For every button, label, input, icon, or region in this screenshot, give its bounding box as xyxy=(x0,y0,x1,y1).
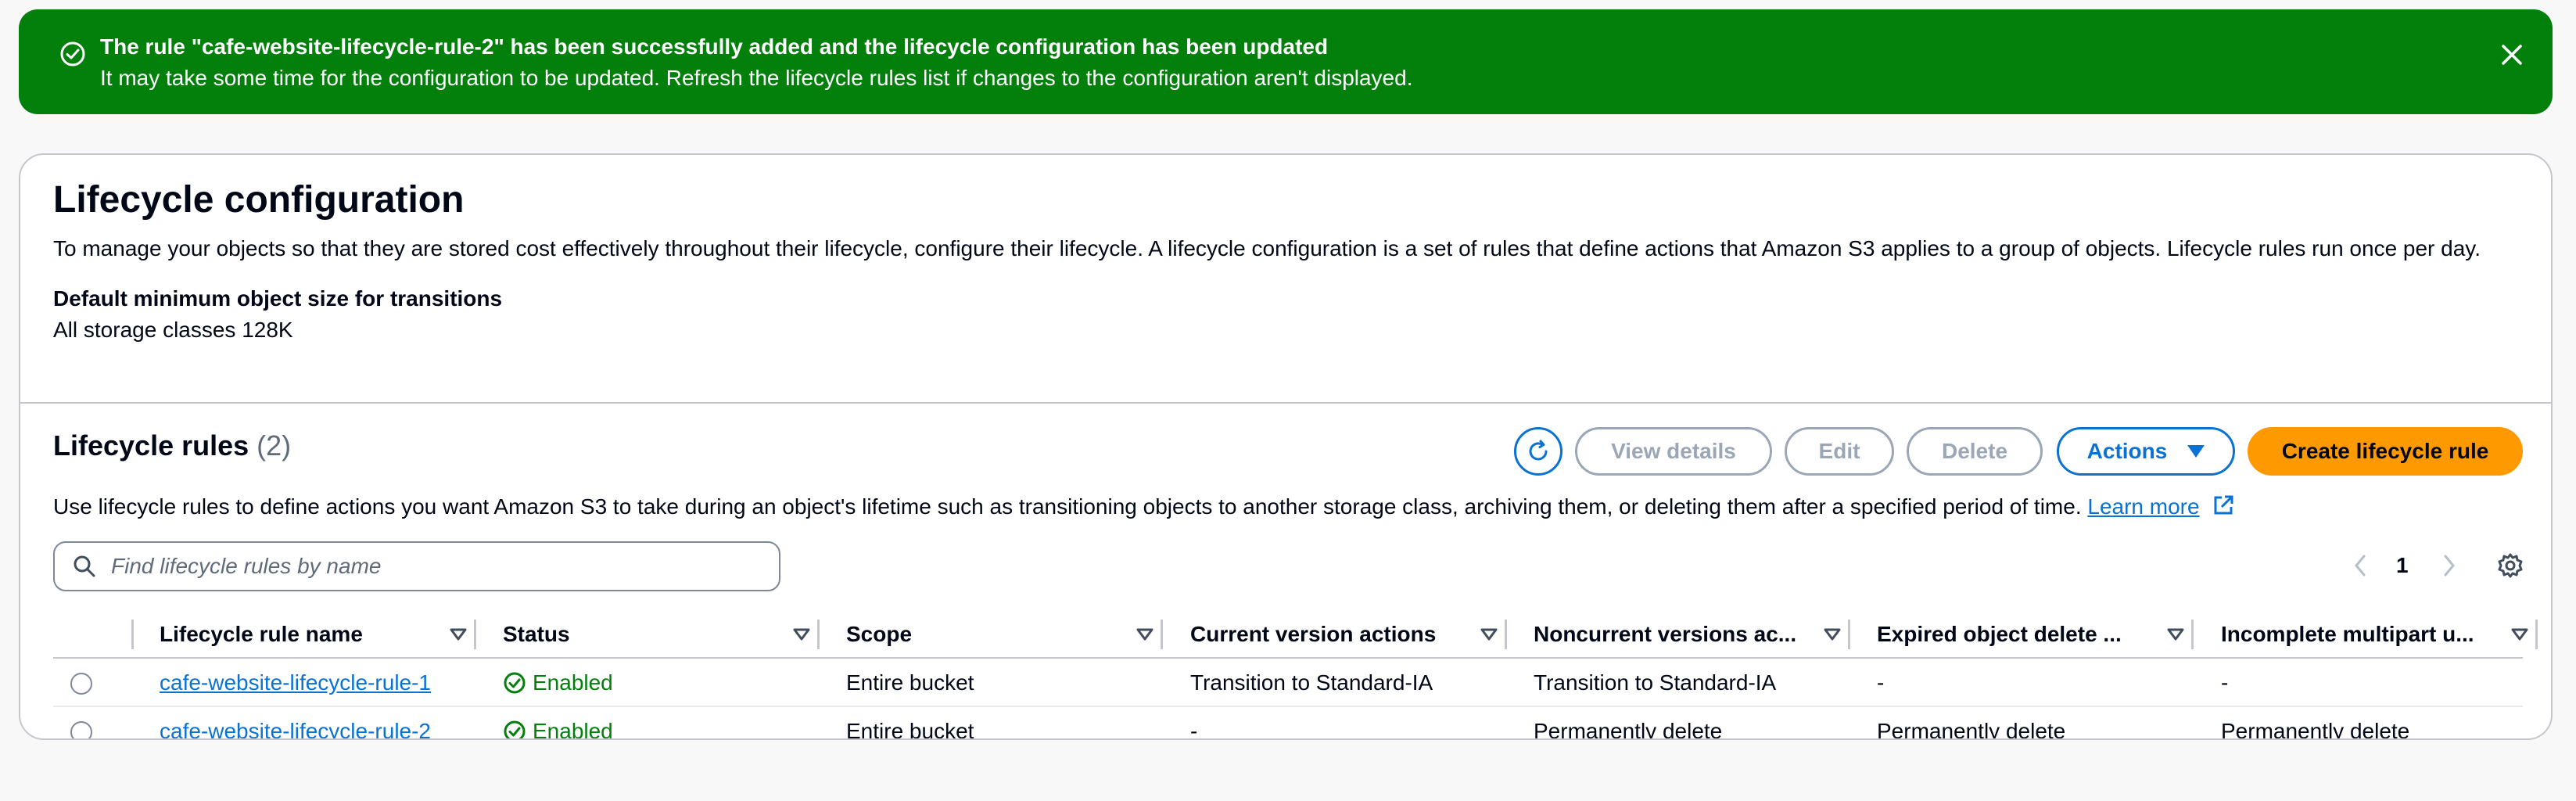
caret-down-icon xyxy=(2187,445,2205,458)
page-number[interactable]: 1 xyxy=(2396,546,2409,585)
view-details-button[interactable]: View details xyxy=(1575,427,1772,476)
status-cell: Enabled xyxy=(503,666,613,699)
row-select-radio[interactable] xyxy=(70,721,92,738)
column-divider xyxy=(817,620,820,649)
success-flashbar: The rule "cafe-website-lifecycle-rule-2"… xyxy=(19,9,2553,114)
incomplete-multipart-cell: - xyxy=(2221,670,2229,695)
close-icon[interactable] xyxy=(2498,41,2526,69)
rule-name-link[interactable]: cafe-website-lifecycle-rule-1 xyxy=(160,670,431,695)
next-page-button[interactable] xyxy=(2440,546,2459,585)
search-icon xyxy=(74,555,95,577)
status-check-icon xyxy=(504,672,526,694)
column-header-label: Noncurrent versions ac... xyxy=(1534,622,1797,646)
status-text: Enabled xyxy=(533,719,613,740)
expired-object-delete-cell: - xyxy=(1877,670,1885,695)
rules-count: (2) xyxy=(257,429,292,462)
status-cell: Enabled xyxy=(503,715,613,740)
column-divider xyxy=(1848,620,1850,649)
external-link-icon[interactable] xyxy=(2212,494,2235,517)
column-header-label: Incomplete multipart u... xyxy=(2221,622,2474,646)
edit-button[interactable]: Edit xyxy=(1785,427,1894,476)
flash-title: The rule "cafe-website-lifecycle-rule-2"… xyxy=(100,34,1329,59)
sort-icon xyxy=(450,628,467,641)
row-select-radio[interactable] xyxy=(70,673,92,695)
table-row[interactable]: cafe-website-lifecycle-rule-2 Enabled En… xyxy=(53,707,2523,740)
sort-icon xyxy=(793,628,810,641)
noncurrent-versions-actions-cell: Permanently delete xyxy=(1534,719,1723,740)
min-size-label: Default minimum object size for transiti… xyxy=(53,286,503,311)
noncurrent-versions-actions-cell: Transition to Standard-IA xyxy=(1534,670,1777,695)
column-header-label: Lifecycle rule name xyxy=(160,622,363,646)
column-header-expired-object-delete-marker[interactable]: Expired object delete ... xyxy=(1877,618,2190,651)
column-header-rule-name[interactable]: Lifecycle rule name xyxy=(160,618,472,651)
sort-icon xyxy=(2167,628,2184,641)
column-divider xyxy=(2535,620,2538,649)
table-header: Lifecycle rule name Status Scope Current… xyxy=(53,610,2538,659)
rules-title: Lifecycle rules xyxy=(53,429,249,462)
sort-icon xyxy=(1480,628,1498,641)
actions-dropdown-button[interactable]: Actions xyxy=(2057,427,2235,476)
column-header-incomplete-multipart-uploads[interactable]: Incomplete multipart u... xyxy=(2221,618,2534,651)
success-icon xyxy=(60,41,85,66)
gear-icon xyxy=(2498,553,2523,578)
column-divider xyxy=(1505,620,1507,649)
previous-page-button[interactable] xyxy=(2351,546,2370,585)
rule-name-link[interactable]: cafe-website-lifecycle-rule-2 xyxy=(160,719,431,738)
column-header-label: Current version actions xyxy=(1190,622,1437,646)
min-size-value: All storage classes 128K xyxy=(53,318,293,342)
chevron-right-icon xyxy=(2444,555,2455,577)
lifecycle-container: Lifecycle configuration To manage your o… xyxy=(19,153,2553,740)
column-header-label: Expired object delete ... xyxy=(1877,622,2122,646)
table-preferences-button[interactable] xyxy=(2496,546,2524,585)
scope-cell: Entire bucket xyxy=(846,719,974,740)
learn-more-link[interactable]: Learn more xyxy=(2087,494,2199,519)
status-check-icon xyxy=(504,720,526,738)
column-divider xyxy=(474,620,476,649)
rules-heading: Lifecycle rules (2) xyxy=(53,427,291,465)
config-description: To manage your objects so that they are … xyxy=(53,236,2481,260)
search-field[interactable] xyxy=(53,541,780,591)
refresh-icon xyxy=(1529,440,1548,461)
table-row[interactable]: cafe-website-lifecycle-rule-1 Enabled En… xyxy=(53,659,2523,707)
sort-icon xyxy=(1136,628,1153,641)
incomplete-multipart-cell: Permanently delete xyxy=(2221,719,2410,740)
column-header-noncurrent-versions-actions[interactable]: Noncurrent versions ac... xyxy=(1534,618,1846,651)
page-title: Lifecycle configuration xyxy=(53,179,465,221)
flash-message: It may take some time for the configurat… xyxy=(100,66,1413,90)
column-divider xyxy=(2191,620,2194,649)
column-header-status[interactable]: Status xyxy=(503,618,816,651)
delete-button[interactable]: Delete xyxy=(1907,427,2043,476)
refresh-button[interactable] xyxy=(1514,427,1562,476)
scope-cell: Entire bucket xyxy=(846,670,974,695)
search-input[interactable] xyxy=(111,554,737,579)
sort-icon xyxy=(2511,628,2528,641)
expired-object-delete-cell: Permanently delete xyxy=(1877,719,2066,740)
chevron-left-icon xyxy=(2355,555,2366,577)
column-divider xyxy=(1161,620,1163,649)
current-version-actions-cell: - xyxy=(1190,719,1198,740)
column-header-current-version-actions[interactable]: Current version actions xyxy=(1190,618,1503,651)
column-divider xyxy=(131,620,134,649)
create-lifecycle-rule-button[interactable]: Create lifecycle rule xyxy=(2248,427,2523,476)
current-version-actions-cell: Transition to Standard-IA xyxy=(1190,670,1433,695)
column-header-label: Status xyxy=(503,622,570,646)
sort-icon xyxy=(1824,628,1841,641)
actions-label: Actions xyxy=(2086,439,2168,463)
status-text: Enabled xyxy=(533,670,613,695)
lifecycle-config-section: Lifecycle configuration To manage your o… xyxy=(20,155,2551,404)
column-header-scope[interactable]: Scope xyxy=(846,618,1159,651)
lifecycle-rules-table: Lifecycle rule name Status Scope Current… xyxy=(53,610,2538,740)
rules-description-line: Use lifecycle rules to define actions yo… xyxy=(53,491,2235,523)
column-header-label: Scope xyxy=(846,622,913,646)
rules-description: Use lifecycle rules to define actions yo… xyxy=(53,494,2082,519)
